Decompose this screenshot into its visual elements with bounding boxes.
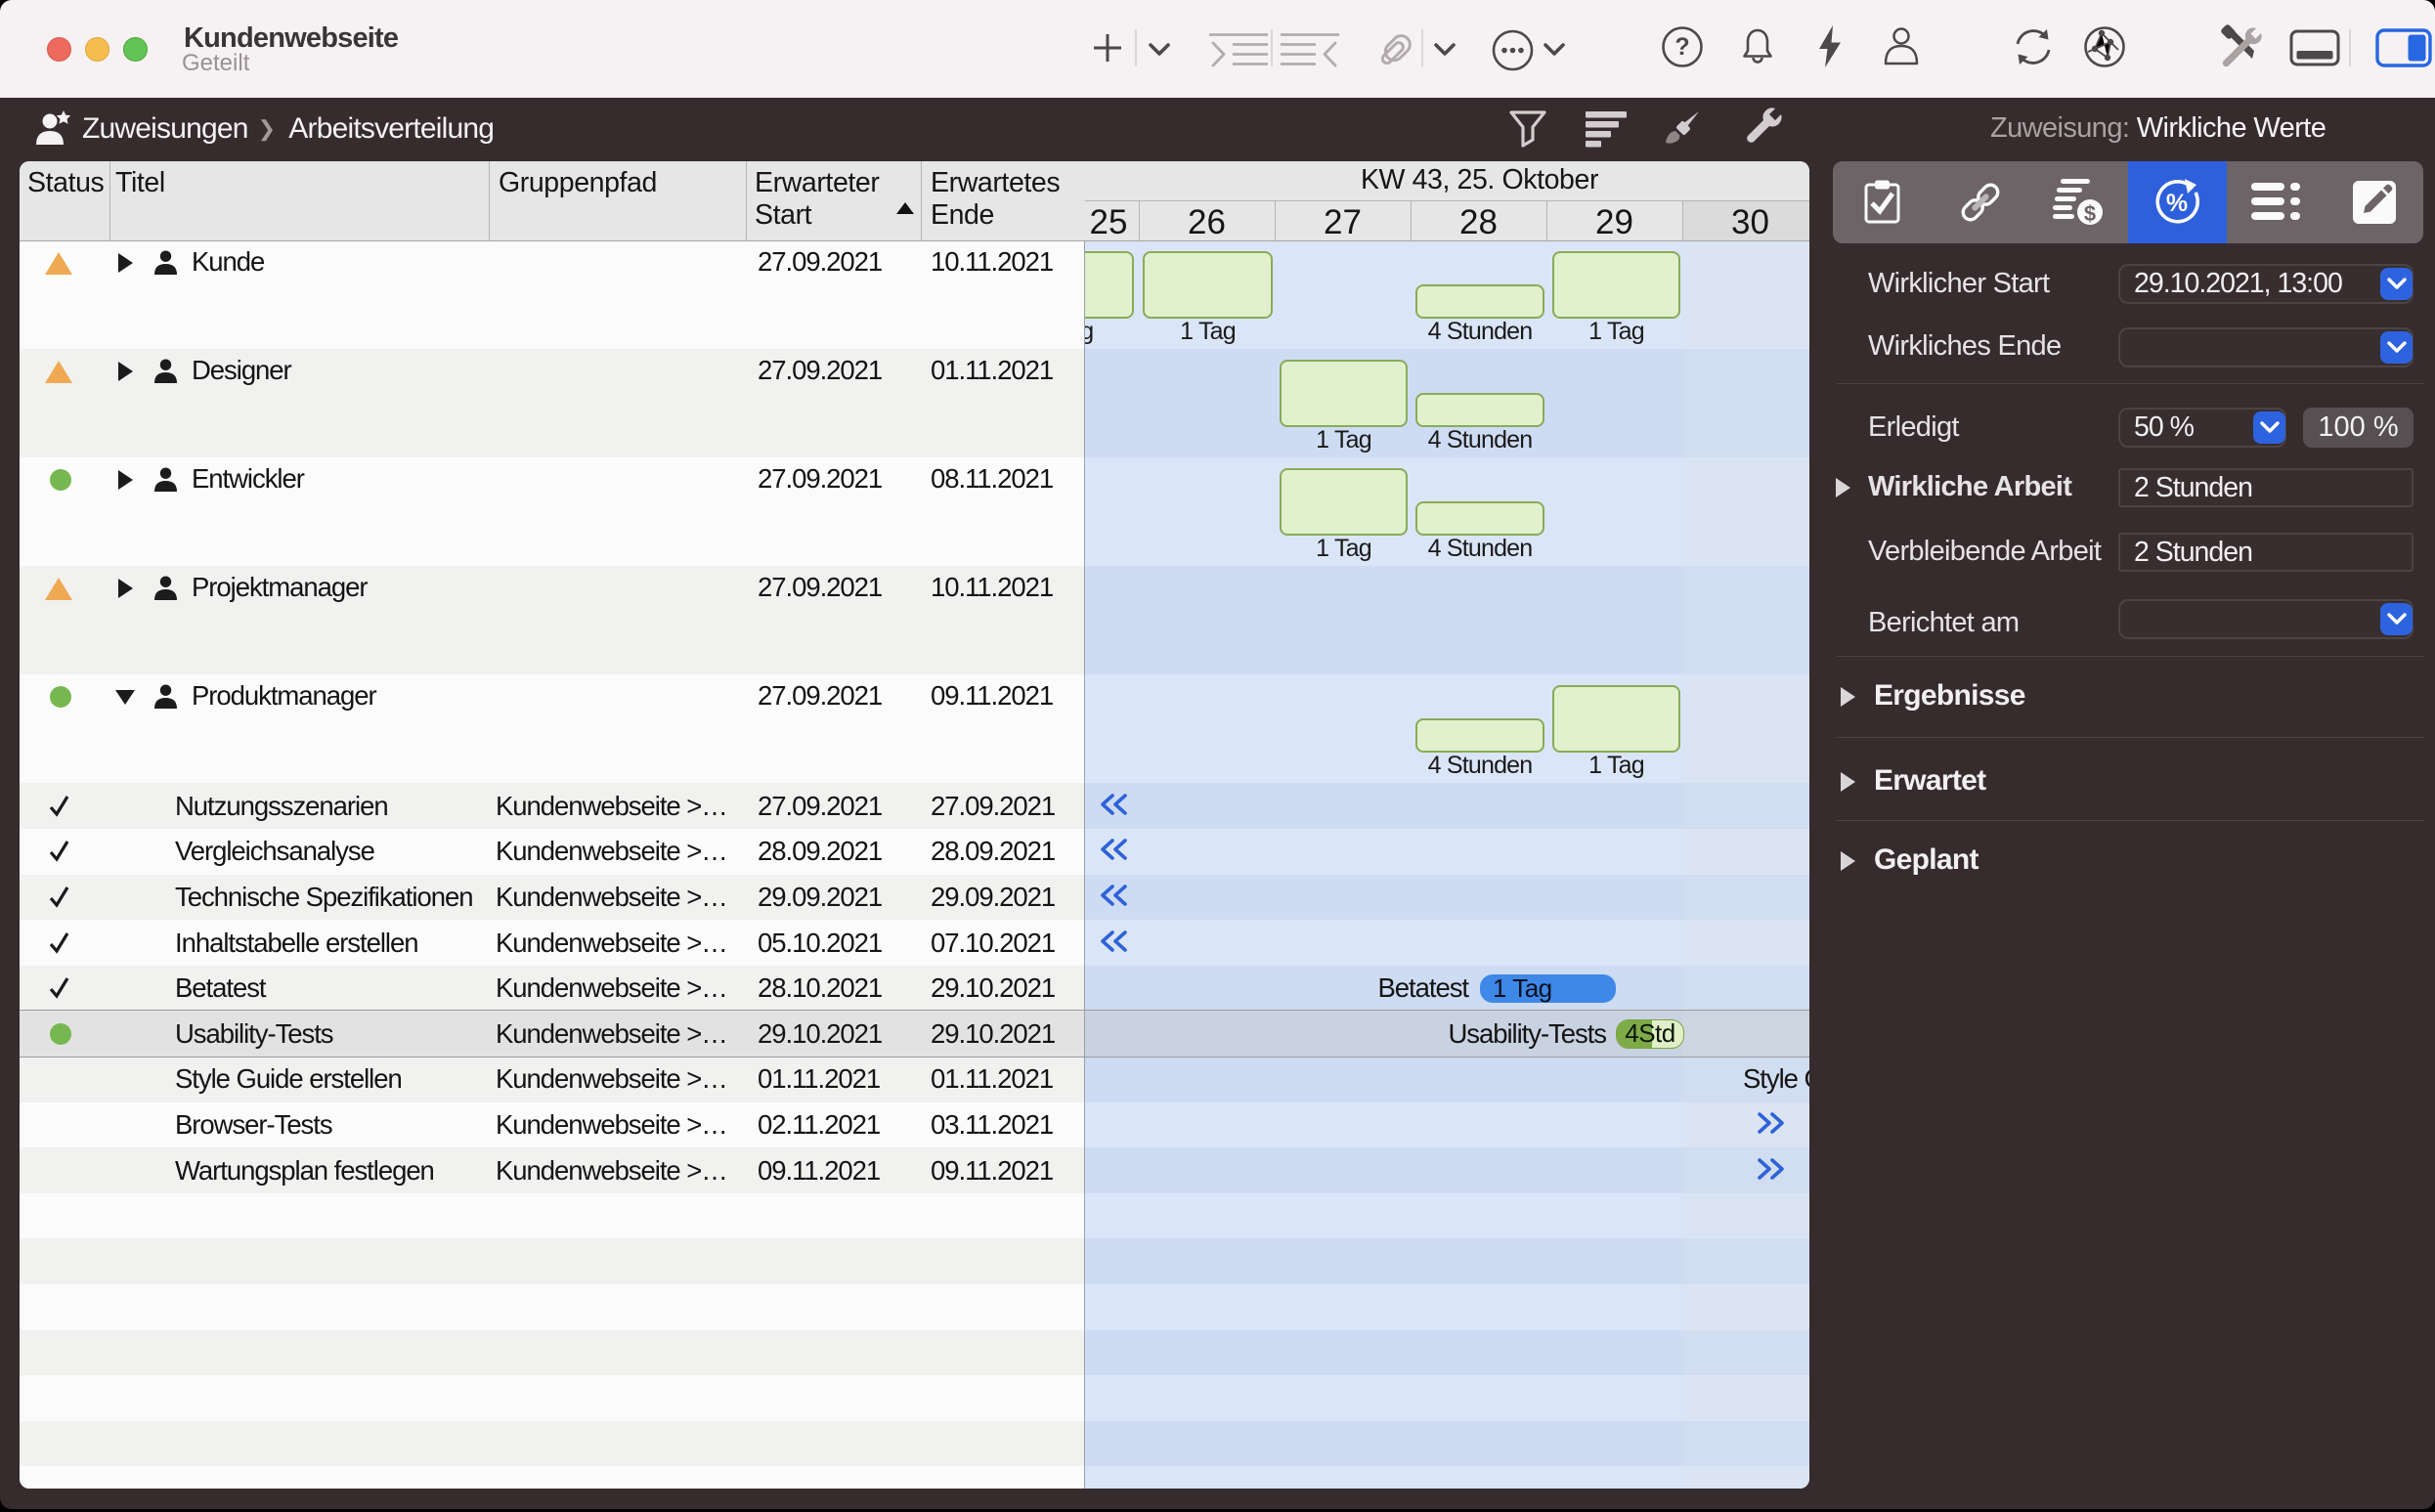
svg-text:%: % [2166,190,2188,217]
svg-text:$: $ [2084,201,2096,226]
svg-text:?: ? [1674,33,1689,61]
